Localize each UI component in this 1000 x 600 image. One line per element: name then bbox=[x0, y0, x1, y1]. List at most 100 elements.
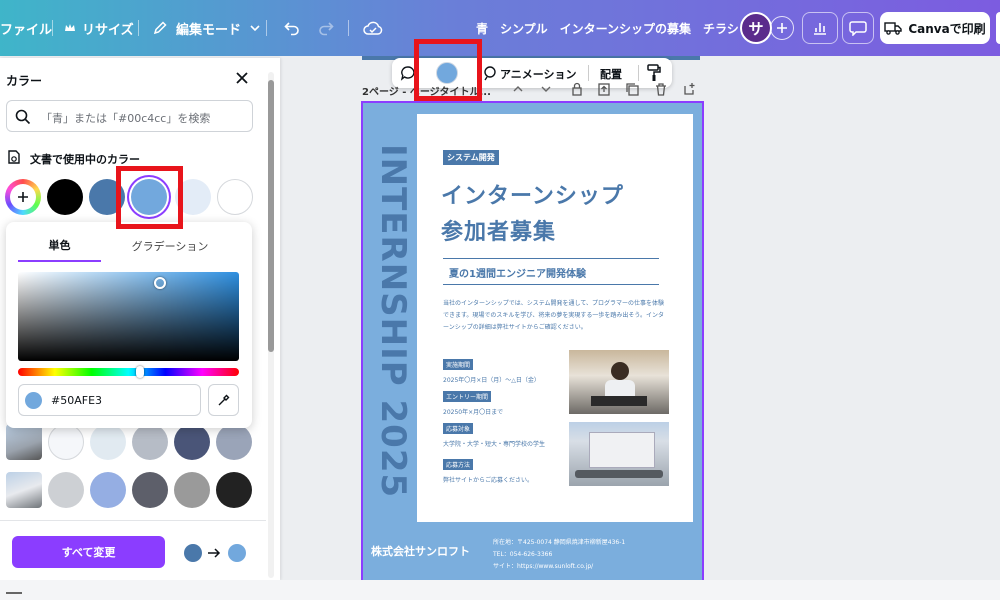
color-swatch[interactable] bbox=[216, 424, 252, 460]
category-badge[interactable]: システム開発 bbox=[443, 150, 499, 165]
office-building-photo[interactable] bbox=[569, 422, 669, 486]
photo-swatch[interactable] bbox=[6, 424, 42, 460]
company-contact[interactable]: 所在地：〒425-0074 静岡県焼津市柳新屋436-1 TEL：054-626… bbox=[493, 537, 625, 573]
poster-subtitle[interactable]: 夏の1週間エンジニア開発体験 bbox=[449, 265, 586, 280]
color-search-input[interactable]: 「青」または「#00c4cc」を検索 bbox=[6, 100, 253, 132]
color-swatch[interactable] bbox=[48, 472, 84, 508]
intern-photo[interactable] bbox=[569, 350, 669, 414]
detail-item: 応募方法 弊社サイトからご応募ください。 bbox=[443, 452, 573, 484]
detail-label: 実施期間 bbox=[443, 359, 474, 370]
search-icon bbox=[15, 109, 31, 125]
document-title[interactable]: 青 シンプル インターンシップの募集 チラシ bbox=[476, 0, 739, 56]
color-swatch[interactable] bbox=[90, 472, 126, 508]
poster-intro[interactable]: 当社のインターンシップでは、システム開発を通して、プログラマーの仕事を体験できま… bbox=[443, 298, 665, 334]
saturation-brightness-area[interactable] bbox=[18, 272, 239, 361]
color-swatch[interactable] bbox=[132, 472, 168, 508]
photo-building bbox=[589, 432, 655, 468]
tab-solid[interactable]: 単色 bbox=[18, 230, 101, 262]
detail-item: エントリー期間 20250年×月〇日まで bbox=[443, 384, 573, 416]
detail-value: 2025年〇月×日（月）〜△日（金） bbox=[443, 377, 540, 384]
undo-button[interactable] bbox=[278, 12, 306, 44]
color-swatch-white[interactable] bbox=[217, 179, 253, 215]
file-menu[interactable]: ファイル bbox=[0, 0, 52, 56]
duplicate-page-icon[interactable] bbox=[625, 82, 639, 96]
divider bbox=[638, 65, 639, 81]
chevron-up-icon[interactable] bbox=[512, 84, 524, 94]
divider bbox=[266, 20, 267, 36]
poster-page[interactable]: INTERNSHIP 2025 システム開発 インターンシップ 参加者募集 夏の… bbox=[361, 101, 704, 583]
comment-icon bbox=[849, 21, 867, 36]
color-swatch[interactable] bbox=[216, 472, 252, 508]
upload-icon[interactable] bbox=[597, 82, 611, 96]
bar-chart-icon bbox=[814, 23, 826, 35]
color-swatch[interactable] bbox=[132, 424, 168, 460]
photo-cars bbox=[575, 470, 663, 478]
arrange-button[interactable]: 配置 bbox=[600, 66, 622, 82]
divider bbox=[443, 284, 659, 285]
add-page-icon[interactable] bbox=[682, 82, 696, 96]
highlight-box-toolbar-color bbox=[414, 39, 482, 101]
undo-icon bbox=[284, 22, 299, 36]
change-all-button[interactable]: すべて変更 bbox=[12, 536, 165, 568]
divider bbox=[52, 20, 53, 36]
color-swatch[interactable] bbox=[174, 424, 210, 460]
poster-content-area: システム開発 インターンシップ 参加者募集 夏の1週間エンジニア開発体験 当社の… bbox=[417, 114, 693, 522]
top-bar: ファイル リサイズ 編集モード 青 シンプル インターンシップの募集 チラシ サ… bbox=[0, 0, 1000, 56]
detail-label: 応募対象 bbox=[443, 423, 474, 434]
paint-roller-icon[interactable] bbox=[646, 63, 662, 83]
lock-icon[interactable] bbox=[570, 82, 584, 96]
hue-slider-handle[interactable] bbox=[136, 366, 144, 378]
doc-colors-heading: 文書で使用中のカラー bbox=[30, 153, 140, 166]
color-swatch-black[interactable] bbox=[47, 179, 83, 215]
bottom-status-bar bbox=[0, 580, 1000, 600]
chevron-down-icon[interactable] bbox=[540, 84, 552, 94]
color-swatch[interactable] bbox=[48, 424, 84, 460]
close-icon[interactable] bbox=[234, 70, 250, 86]
color-swatch[interactable] bbox=[90, 424, 126, 460]
resize-button[interactable]: リサイズ bbox=[64, 0, 134, 56]
share-button-edge[interactable] bbox=[996, 12, 1000, 44]
insights-button[interactable] bbox=[802, 12, 838, 44]
poster-title-line1[interactable]: インターンシップ bbox=[441, 178, 624, 210]
change-to-swatch bbox=[228, 544, 246, 562]
panel-title: カラー bbox=[6, 74, 43, 88]
cloud-check-icon bbox=[363, 21, 383, 35]
change-from-swatch bbox=[184, 544, 202, 562]
print-button[interactable]: Canvaで印刷 bbox=[880, 12, 990, 44]
vertical-heading[interactable]: INTERNSHIP 2025 bbox=[373, 121, 413, 521]
notes-icon[interactable] bbox=[6, 592, 22, 594]
truck-icon bbox=[884, 22, 903, 35]
save-status-button[interactable] bbox=[358, 12, 388, 44]
current-color-swatch bbox=[25, 392, 42, 409]
detail-value: 20250年×月〇日まで bbox=[443, 409, 504, 416]
trash-icon[interactable] bbox=[654, 82, 668, 96]
tab-gradient[interactable]: グラデーション bbox=[110, 230, 230, 262]
photo-laptop bbox=[591, 396, 647, 406]
company-tel: TEL：054-626-3366 bbox=[493, 551, 553, 558]
photo-swatch[interactable] bbox=[6, 472, 42, 508]
color-picker-handle[interactable] bbox=[154, 277, 166, 289]
add-collaborator-button[interactable] bbox=[770, 16, 794, 40]
company-address: 所在地：〒425-0074 静岡県焼津市柳新屋436-1 bbox=[493, 539, 626, 546]
scrollbar-thumb[interactable] bbox=[268, 80, 274, 352]
add-color-button[interactable] bbox=[5, 179, 41, 215]
plus-icon bbox=[777, 23, 787, 33]
poster-details: 実施期間 2025年〇月×日（月）〜△日（金） エントリー期間 20250年×月… bbox=[443, 352, 573, 484]
eyedropper-icon bbox=[218, 394, 229, 406]
hex-value: #50AFE3 bbox=[51, 394, 103, 407]
comments-button[interactable] bbox=[842, 12, 874, 44]
arrow-right-icon bbox=[208, 548, 221, 558]
company-name[interactable]: 株式会社サンロフト bbox=[371, 543, 470, 559]
divider bbox=[588, 65, 589, 81]
color-picker-popover: 単色 グラデーション #50AFE3 bbox=[6, 222, 252, 428]
eyedropper-button[interactable] bbox=[208, 384, 239, 416]
edit-mode-dropdown[interactable]: 編集モード bbox=[152, 0, 261, 56]
color-swatch[interactable] bbox=[174, 472, 210, 508]
avatar[interactable]: サ bbox=[740, 12, 772, 44]
redo-button[interactable] bbox=[312, 12, 340, 44]
hue-slider[interactable] bbox=[18, 366, 239, 378]
animation-button[interactable]: アニメーション bbox=[500, 66, 577, 82]
panel-scrollbar[interactable] bbox=[268, 72, 274, 578]
hex-input[interactable]: #50AFE3 bbox=[18, 384, 201, 416]
poster-title-line2[interactable]: 参加者募集 bbox=[441, 214, 556, 246]
